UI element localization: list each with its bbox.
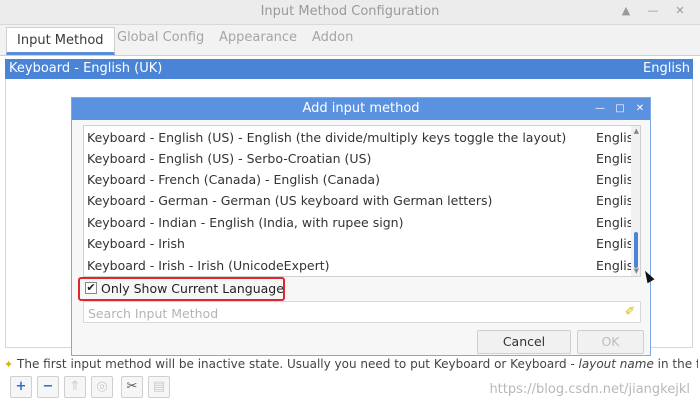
search-field[interactable]: ✐ <box>83 301 641 323</box>
list-item[interactable]: Keyboard - English (US) - English (the d… <box>84 127 631 148</box>
window-shade-icon[interactable]: ▲ <box>618 3 634 19</box>
add-icon[interactable]: + <box>10 376 32 398</box>
scroll-down-arrow-icon[interactable]: ▼ <box>634 267 639 275</box>
list-item[interactable]: Keyboard - Indian - English (India, with… <box>84 212 631 233</box>
input-method-name: Keyboard - English (UK) <box>9 61 163 76</box>
list-scrollbar[interactable]: ▲ ▼ <box>631 126 640 276</box>
window-titlebar: Input Method Configuration ▲ — ✕ <box>0 0 700 25</box>
list-item-name: Keyboard - French (Canada) - English (Ca… <box>87 172 380 187</box>
available-input-methods-list[interactable]: Keyboard - English (US) - English (the d… <box>83 125 641 277</box>
list-item-lang: English <box>596 151 631 166</box>
list-item-lang: English <box>596 172 631 187</box>
hint-prefix: The first input method will be inactive … <box>17 357 434 371</box>
hint-text: ✦ The first input method will be inactiv… <box>4 355 698 373</box>
list-item-lang: English <box>596 236 631 251</box>
dialog-titlebar: Add input method — □ ✕ <box>72 98 650 120</box>
input-method-lang: English <box>643 61 690 76</box>
dialog-close-icon[interactable]: ✕ <box>633 101 647 117</box>
list-item-name: Keyboard - Irish <box>87 236 185 251</box>
list-item[interactable]: Keyboard - German - German (US keyboard … <box>84 190 631 211</box>
list-item-name: Keyboard - German - German (US keyboard … <box>87 193 493 208</box>
list-item[interactable]: Keyboard - English (US) - Serbo-Croatian… <box>84 148 631 169</box>
tab-addon[interactable]: Addon <box>302 25 363 54</box>
lightbulb-icon: ✦ <box>4 358 14 371</box>
list-item-name: Keyboard - English (US) - English (the d… <box>87 130 567 145</box>
tab-appearance[interactable]: Appearance <box>209 25 307 54</box>
list-item[interactable]: Keyboard - French (Canada) - English (Ca… <box>84 169 631 190</box>
hint-keyword-2: Keyboard - <box>510 357 579 371</box>
window-close-icon[interactable]: ✕ <box>672 3 688 19</box>
list-item-name: Keyboard - English (US) - Serbo-Croatian… <box>87 151 372 166</box>
hint-mid: or <box>490 357 511 371</box>
dialog-title: Add input method <box>302 101 420 116</box>
window-minimize-icon[interactable]: — <box>645 3 661 19</box>
hint-keyword-1: Keyboard <box>433 357 491 371</box>
hint-suffix: in the first place. <box>657 357 698 371</box>
watermark: https://blog.csdn.net/jiangkejkl <box>489 382 690 397</box>
tab-global-config[interactable]: Global Config <box>107 25 214 54</box>
hint-italic: layout name <box>578 357 654 371</box>
cancel-button[interactable]: Cancel <box>477 330 571 354</box>
search-input[interactable] <box>86 303 610 323</box>
tab-bar: Input Method Global Config Appearance Ad… <box>0 25 700 56</box>
list-item-lang: English <box>596 193 631 208</box>
list-item-name: Keyboard - Irish - Irish (UnicodeExpert) <box>87 258 330 273</box>
clear-search-icon[interactable]: ✐ <box>625 304 635 318</box>
input-method-row-selected[interactable]: Keyboard - English (UK) English <box>5 59 693 79</box>
move-up-icon[interactable]: ⇑ <box>64 376 86 398</box>
scrollbar-thumb[interactable] <box>634 232 638 268</box>
list-item-lang: English <box>596 215 631 230</box>
add-input-method-dialog: Add input method — □ ✕ Keyboard - Englis… <box>71 97 651 356</box>
list-item-name: Keyboard - Indian - English (India, with… <box>87 215 404 230</box>
list-item-lang: English <box>596 258 631 273</box>
window-title: Input Method Configuration <box>260 4 440 19</box>
list-item-lang: English <box>596 130 631 145</box>
move-down-icon[interactable]: ◎ <box>91 376 113 398</box>
list-item[interactable]: Keyboard - Irish English <box>84 233 631 254</box>
tab-input-method[interactable]: Input Method <box>6 27 115 55</box>
keyboard-layout-icon[interactable]: ▤ <box>148 376 170 398</box>
dialog-minimize-icon[interactable]: — <box>593 101 607 117</box>
list-item[interactable]: Keyboard - Irish - Irish (UnicodeExpert)… <box>84 255 631 276</box>
configure-icon[interactable]: ✂ <box>121 376 143 398</box>
dialog-maximize-icon[interactable]: □ <box>613 101 627 117</box>
scroll-up-arrow-icon[interactable]: ▲ <box>634 127 639 135</box>
remove-icon[interactable]: − <box>37 376 59 398</box>
highlight-annotation <box>78 277 285 301</box>
ok-button[interactable]: OK <box>577 330 644 354</box>
